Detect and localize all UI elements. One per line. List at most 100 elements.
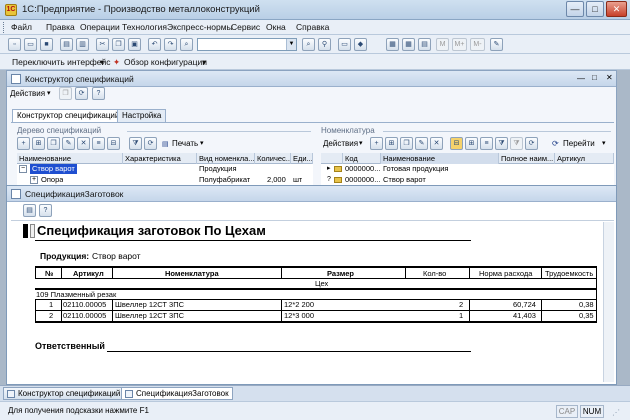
table-row[interactable]: ▸ 0000000... Готовая продукция — [321, 164, 614, 175]
tree-row-name-selected[interactable]: Створ варот — [30, 164, 77, 174]
spec-designer-titlebar: Конструктор спецификаций — □ ✕ — [7, 71, 616, 87]
close-button[interactable]: ✕ — [606, 1, 627, 17]
print-icon[interactable]: ▤ — [60, 38, 73, 51]
copy-icon[interactable]: ❐ — [112, 38, 125, 51]
marker-icon[interactable]: ◆ — [354, 38, 367, 51]
memory-m-icon[interactable]: M — [436, 38, 449, 51]
resize-grip-icon[interactable]: ⋰ — [612, 408, 620, 417]
preview-icon[interactable]: ▥ — [76, 38, 89, 51]
find-replace-icon[interactable]: ⚲ — [318, 38, 331, 51]
copy-icon[interactable]: ❐ — [400, 137, 413, 150]
tree-row-name: Опора — [41, 175, 64, 184]
copy-icon[interactable]: ❐ — [59, 87, 72, 100]
table-icon[interactable]: ▦ — [386, 38, 399, 51]
menu-technology[interactable]: Технология — [122, 22, 167, 32]
open-icon[interactable]: ▭ — [24, 38, 37, 51]
menu-edit[interactable]: Правка — [46, 22, 75, 32]
tree-col-kind[interactable]: Вид номенкла... — [197, 153, 255, 164]
tree-col-unit[interactable]: Еди... — [291, 153, 313, 164]
menu-express-norms[interactable]: Экспресс-нормы — [167, 22, 233, 32]
edit-icon[interactable]: ✎ — [62, 137, 75, 150]
taskbar-report[interactable]: СпецификацияЗаготовок — [121, 387, 233, 400]
refresh-icon[interactable]: ⟳ — [144, 137, 157, 150]
menu-help[interactable]: Справка — [296, 22, 329, 32]
chevron-down-icon[interactable]: ▾ — [100, 57, 104, 68]
close-icon[interactable]: ✕ — [606, 73, 613, 82]
list-icon[interactable]: ≡ — [92, 137, 105, 150]
tree-row-qty: 2,000 — [267, 175, 286, 184]
menu-operations[interactable]: Операции — [80, 22, 120, 32]
tree-col-qty[interactable]: Количес... — [255, 153, 291, 164]
menu-service[interactable]: Сервис — [231, 22, 260, 32]
redo-icon[interactable]: ↷ — [164, 38, 177, 51]
print-button[interactable]: Печать — [172, 139, 198, 148]
nom-col-code[interactable]: Код — [343, 153, 381, 164]
nom-col-name[interactable]: Наименование — [381, 153, 499, 164]
help-icon[interactable]: ? — [39, 204, 52, 217]
nomenclature-actions-button[interactable]: Действия — [323, 139, 358, 148]
tree-icon[interactable]: ⊞ — [465, 137, 478, 150]
filter-off-icon[interactable]: ⧩ — [510, 137, 523, 150]
chevron-down-icon[interactable]: ▾ — [202, 57, 206, 68]
search-combo[interactable]: ▼ — [197, 38, 297, 51]
tree-col-name[interactable]: Наименование — [17, 153, 123, 164]
tree-col-characteristic[interactable]: Характеристика — [123, 153, 197, 164]
nom-col-article[interactable]: Артикул — [555, 153, 614, 164]
collapse-icon[interactable]: − — [19, 165, 27, 173]
table-row[interactable]: − Створ варот Продукция — [17, 164, 313, 175]
edit-icon[interactable]: ✎ — [415, 137, 428, 150]
go-button[interactable]: Перейти — [563, 139, 595, 148]
paste-icon[interactable]: ▣ — [128, 38, 141, 51]
maximize-icon[interactable]: □ — [592, 73, 597, 82]
delete-icon[interactable]: ✕ — [77, 137, 90, 150]
chevron-down-icon[interactable]: ▾ — [47, 89, 51, 97]
copy-icon[interactable]: ❐ — [47, 137, 60, 150]
hierarchy-icon[interactable]: ⊟ — [107, 137, 120, 150]
delete-icon[interactable]: ✕ — [430, 137, 443, 150]
hierarchy-icon[interactable]: ⊟ — [450, 137, 463, 150]
add-icon[interactable]: + — [370, 137, 383, 150]
add-group-icon[interactable]: ⊞ — [32, 137, 45, 150]
spreadsheet-icon[interactable]: ▦ — [402, 38, 415, 51]
tab-spec-designer[interactable]: Конструктор спецификаций — [12, 109, 125, 122]
tab-settings[interactable]: Настройка — [117, 109, 167, 122]
minimize-icon[interactable]: — — [577, 74, 585, 83]
filter-icon[interactable]: ⧩ — [129, 137, 142, 150]
config-overview-button[interactable]: Обзор конфигурации — [124, 57, 207, 67]
refresh-icon[interactable]: ⟳ — [525, 137, 538, 150]
cut-icon[interactable]: ✂ — [96, 38, 109, 51]
nom-col-full-name[interactable]: Полное наим... — [499, 153, 555, 164]
maximize-button[interactable]: □ — [586, 1, 604, 17]
expand-icon[interactable]: + — [30, 176, 38, 184]
undo-icon[interactable]: ↶ — [148, 38, 161, 51]
responsible-label: Ответственный — [35, 341, 105, 351]
minimize-button[interactable]: — — [566, 1, 584, 17]
chevron-down-icon[interactable]: ▾ — [602, 139, 606, 147]
print-icon[interactable]: ▤ — [23, 204, 36, 217]
window-icon[interactable]: ▭ — [338, 38, 351, 51]
menu-windows[interactable]: Окна — [266, 22, 286, 32]
refresh-icon[interactable]: ⟳ — [75, 87, 88, 100]
memory-m-minus-icon[interactable]: M- — [470, 38, 485, 51]
help-button[interactable]: ? — [92, 87, 105, 100]
add-group-icon[interactable]: ⊞ — [385, 137, 398, 150]
tools-icon[interactable]: ✎ — [490, 38, 503, 51]
vertical-scrollbar[interactable] — [603, 222, 614, 382]
calculator-icon[interactable]: ▤ — [418, 38, 431, 51]
switch-interface-button[interactable]: Переключить интерфейс — [12, 57, 111, 67]
find-icon[interactable]: ⌕ — [180, 38, 193, 51]
chevron-down-icon[interactable]: ▾ — [200, 139, 204, 147]
filter-icon[interactable]: ⧩ — [495, 137, 508, 150]
menu-file[interactable]: Файл — [11, 22, 32, 32]
add-icon[interactable]: + — [17, 137, 30, 150]
chevron-down-icon[interactable]: ▼ — [286, 39, 296, 50]
taskbar-spec-designer[interactable]: Конструктор спецификаций — [3, 387, 125, 400]
chevron-down-icon[interactable]: ▾ — [359, 139, 363, 147]
memory-m-plus-icon[interactable]: M+ — [452, 38, 467, 51]
row-name: Швеллер 12СТ 3ПС — [115, 311, 185, 320]
list-icon[interactable]: ≡ — [480, 137, 493, 150]
new-document-icon[interactable]: ▫ — [8, 38, 21, 51]
save-icon[interactable]: ■ — [40, 38, 53, 51]
actions-menu-button[interactable]: Действия — [10, 89, 45, 98]
search-next-icon[interactable]: ⌕ — [302, 38, 315, 51]
